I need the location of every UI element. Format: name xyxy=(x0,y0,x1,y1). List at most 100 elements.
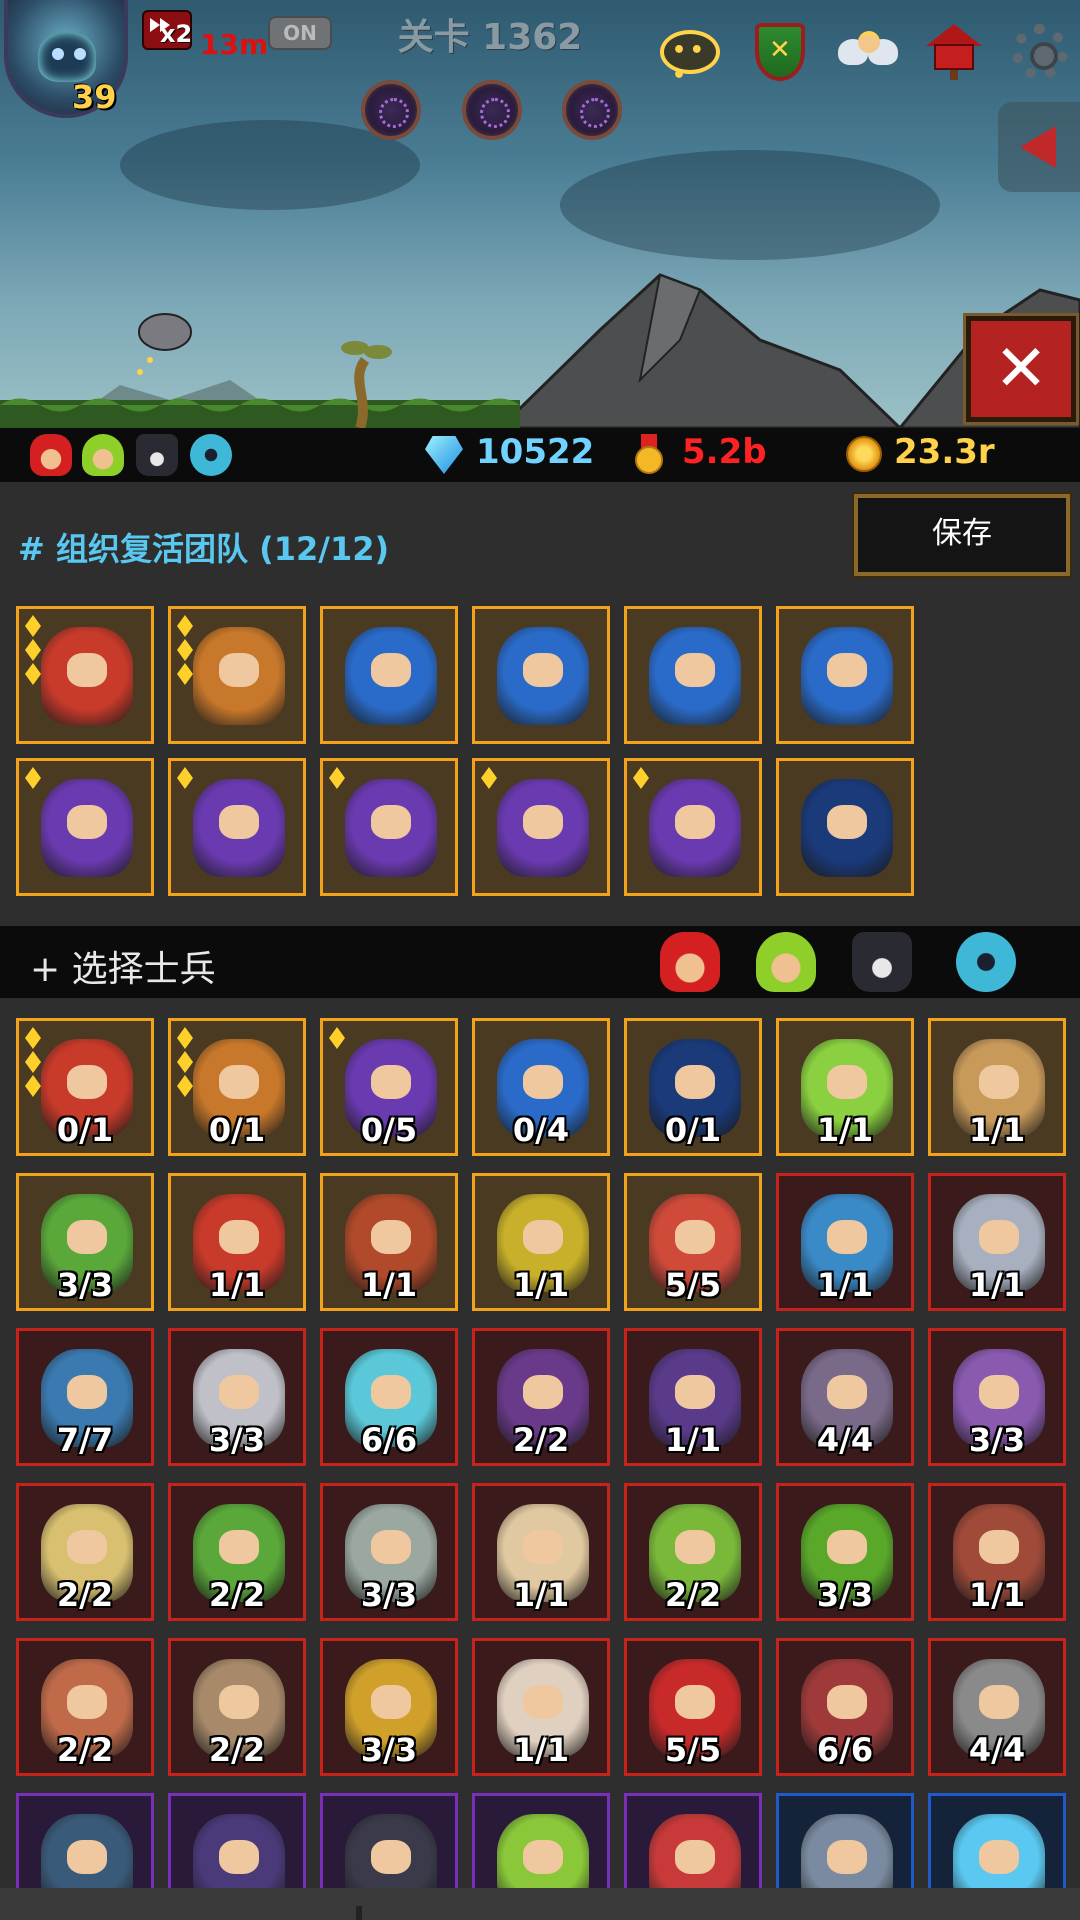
side-panel-arrow-icon[interactable] xyxy=(998,102,1080,192)
soldier-card[interactable]: 1/1 xyxy=(928,1173,1066,1311)
unit-count: 3/3 xyxy=(816,1576,874,1614)
unit-face xyxy=(827,805,867,839)
gem-slot[interactable] xyxy=(562,80,622,140)
soldier-card[interactable]: 3/3 xyxy=(776,1483,914,1621)
unit-portrait xyxy=(345,1814,437,1888)
team-title: # 组织复活团队 (12/12) xyxy=(18,530,390,568)
soldier-card[interactable]: 4/4 xyxy=(928,1638,1066,1776)
unit-face xyxy=(675,1840,715,1874)
guild-shield-icon[interactable] xyxy=(748,20,812,84)
soldier-card[interactable] xyxy=(320,1793,458,1888)
revive-team-panel: # 组织复活团队 (12/12) 保存 xyxy=(0,482,1080,926)
soldier-card[interactable]: 5/5 xyxy=(624,1638,762,1776)
soldier-card[interactable]: 7/7 xyxy=(16,1328,154,1466)
soldier-card[interactable]: 0/4 xyxy=(472,1018,610,1156)
team-slot[interactable] xyxy=(472,758,610,896)
save-button[interactable]: 保存 xyxy=(852,492,1072,578)
unit-face xyxy=(371,1065,411,1099)
soldier-card[interactable]: 1/1 xyxy=(928,1483,1066,1621)
red-faction-filter-icon[interactable] xyxy=(660,932,720,992)
unit-face xyxy=(67,1530,107,1564)
unit-portrait xyxy=(649,627,741,725)
soldier-card[interactable]: 5/5 xyxy=(624,1173,762,1311)
soldier-card[interactable]: 1/1 xyxy=(624,1328,762,1466)
chat-icon[interactable] xyxy=(658,20,722,88)
rank-diamond-icon xyxy=(177,1051,193,1073)
unit-count: 0/1 xyxy=(56,1111,114,1149)
landscape xyxy=(0,273,1080,428)
close-button[interactable]: ✕ xyxy=(963,313,1079,425)
soldier-card[interactable]: 3/3 xyxy=(16,1173,154,1311)
unit-count: 1/1 xyxy=(360,1266,418,1304)
gem-slot[interactable] xyxy=(462,80,522,140)
gear-icon[interactable] xyxy=(1008,20,1072,84)
soldier-card[interactable]: 3/3 xyxy=(928,1328,1066,1466)
soldier-card[interactable]: 1/1 xyxy=(320,1173,458,1311)
soldier-card[interactable] xyxy=(928,1793,1066,1888)
soldier-card[interactable]: 1/1 xyxy=(472,1173,610,1311)
team-slot[interactable] xyxy=(16,606,154,744)
star-rank xyxy=(177,615,197,687)
soldier-card[interactable]: 1/1 xyxy=(472,1483,610,1621)
unit-face xyxy=(67,1220,107,1254)
soldier-card[interactable]: 2/2 xyxy=(16,1638,154,1776)
team-slot[interactable] xyxy=(776,606,914,744)
soldier-card[interactable]: 1/1 xyxy=(472,1638,610,1776)
soldier-card[interactable]: 1/1 xyxy=(168,1173,306,1311)
stage-title: 关卡 1362 xyxy=(397,17,583,58)
unit-count: 3/3 xyxy=(56,1266,114,1304)
team-slot[interactable] xyxy=(320,758,458,896)
rank-diamond-icon xyxy=(329,1027,345,1049)
unit-face xyxy=(219,1065,259,1099)
soldier-card[interactable]: 0/5 xyxy=(320,1018,458,1156)
team-slot[interactable] xyxy=(472,606,610,744)
soldier-card[interactable]: 6/6 xyxy=(776,1638,914,1776)
rank-diamond-icon xyxy=(177,1027,193,1049)
auto-toggle[interactable]: ON xyxy=(268,16,332,50)
speed-time-remaining: 13m xyxy=(200,28,269,61)
blue-faction-filter-icon[interactable] xyxy=(956,932,1016,992)
mailbox-icon[interactable] xyxy=(922,20,986,84)
rank-diamond-icon xyxy=(25,639,41,661)
soldier-card[interactable]: 0/1 xyxy=(624,1018,762,1156)
soldier-card[interactable]: 1/1 xyxy=(776,1173,914,1311)
soldier-card[interactable]: 2/2 xyxy=(472,1328,610,1466)
unit-portrait xyxy=(801,627,893,725)
soldier-card[interactable] xyxy=(624,1793,762,1888)
soldier-card[interactable] xyxy=(776,1793,914,1888)
soldier-card[interactable]: 2/2 xyxy=(624,1483,762,1621)
soldier-card[interactable]: 0/1 xyxy=(168,1018,306,1156)
angel-icon[interactable] xyxy=(836,20,900,84)
soldier-card[interactable]: 3/3 xyxy=(320,1638,458,1776)
dark-faction-filter-icon[interactable] xyxy=(852,932,912,992)
unit-face xyxy=(371,653,411,687)
soldier-card[interactable]: 6/6 xyxy=(320,1328,458,1466)
unit-count: 1/1 xyxy=(512,1576,570,1614)
team-slot[interactable] xyxy=(776,758,914,896)
unit-face xyxy=(675,653,715,687)
soldier-card[interactable]: 3/3 xyxy=(320,1483,458,1621)
soldier-card[interactable]: 1/1 xyxy=(776,1018,914,1156)
soldier-card[interactable]: 1/1 xyxy=(928,1018,1066,1156)
team-slot[interactable] xyxy=(624,606,762,744)
soldier-card[interactable]: 2/2 xyxy=(168,1638,306,1776)
team-slot[interactable] xyxy=(16,758,154,896)
team-slot[interactable] xyxy=(320,606,458,744)
unit-count: 0/4 xyxy=(512,1111,570,1149)
team-slot[interactable] xyxy=(624,758,762,896)
team-slot[interactable] xyxy=(168,606,306,744)
unit-face xyxy=(827,1375,867,1409)
unit-count: 0/1 xyxy=(208,1111,266,1149)
team-slot[interactable] xyxy=(168,758,306,896)
gem-slot[interactable] xyxy=(361,80,421,140)
soldier-card[interactable] xyxy=(16,1793,154,1888)
avatar-skull xyxy=(38,32,96,82)
green-faction-filter-icon[interactable] xyxy=(756,932,816,992)
soldier-card[interactable]: 0/1 xyxy=(16,1018,154,1156)
soldier-card[interactable] xyxy=(168,1793,306,1888)
soldier-card[interactable]: 3/3 xyxy=(168,1328,306,1466)
soldier-card[interactable] xyxy=(472,1793,610,1888)
soldier-card[interactable]: 2/2 xyxy=(16,1483,154,1621)
soldier-card[interactable]: 4/4 xyxy=(776,1328,914,1466)
soldier-card[interactable]: 2/2 xyxy=(168,1483,306,1621)
